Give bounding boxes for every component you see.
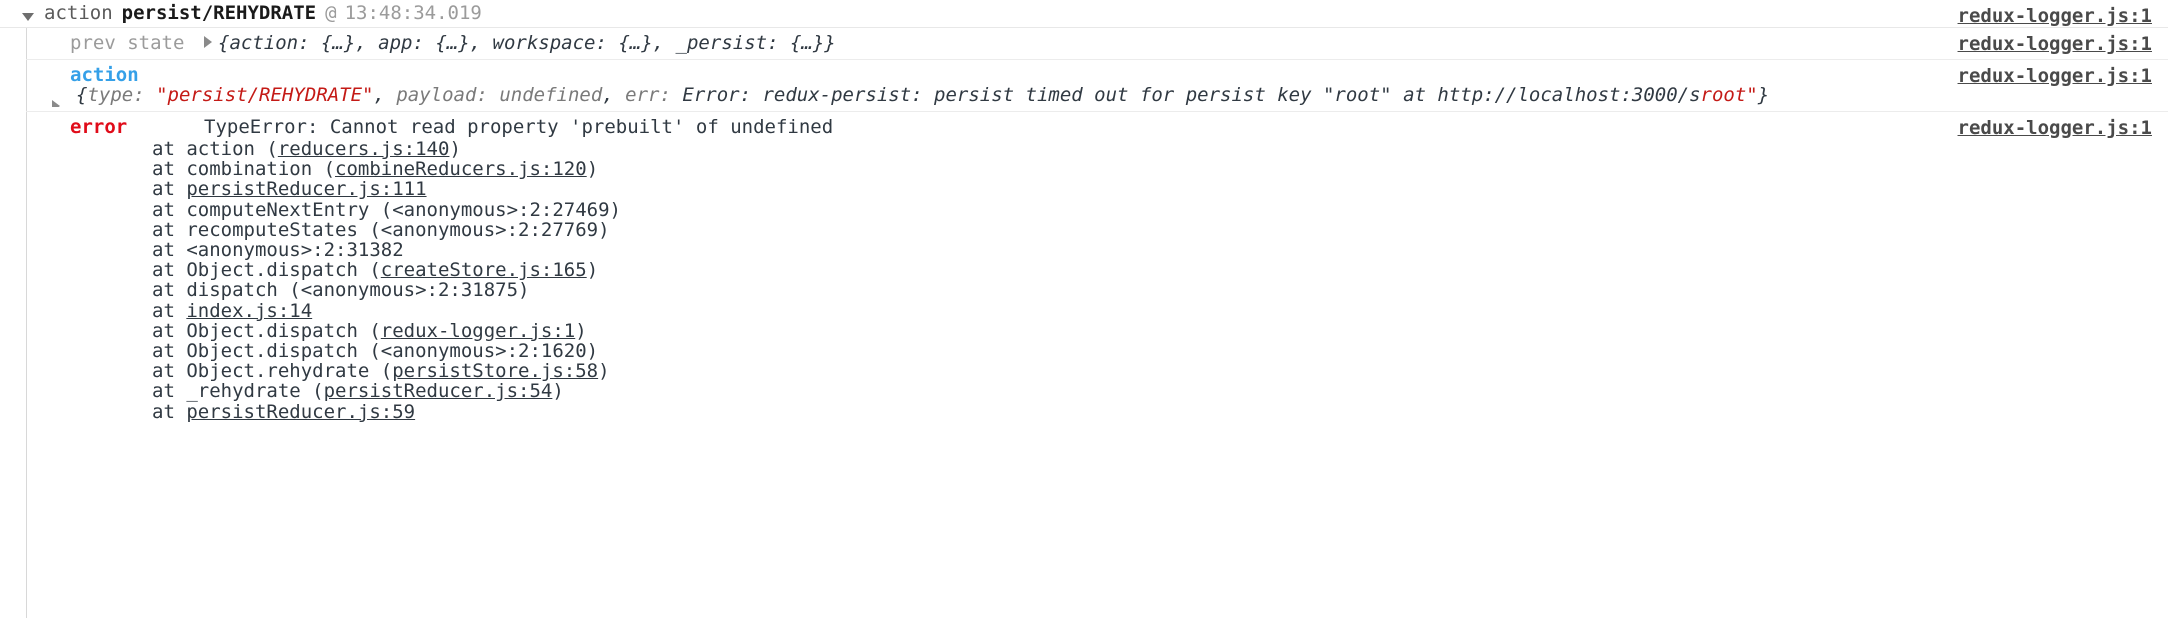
stack-frame-text: at combination ( — [152, 158, 336, 181]
stack-frame-suffix: ) — [586, 259, 599, 282]
error-row: error redux-logger.js:1 TypeError: Canno… — [26, 112, 2168, 422]
stack-frame: at combination (combineReducers.js:120) — [152, 159, 2168, 179]
stack-frame-source-link[interactable]: createStore.js:165 — [381, 259, 587, 281]
triangle-down-icon[interactable] — [22, 13, 34, 21]
stack-frame-text: at Object.dispatch ( — [152, 319, 381, 342]
source-link-header[interactable]: redux-logger.js:1 — [1958, 5, 2152, 27]
prev-state-row[interactable]: prev state {action: {…}, app: {…}, works… — [26, 28, 2168, 60]
stack-frame-text: at _rehydrate ( — [152, 380, 324, 403]
stack-frame-suffix: ) — [586, 158, 599, 181]
action-type-title: persist/REHYDRATE — [121, 2, 317, 24]
value-err-url-tail: root" — [1700, 84, 1758, 106]
prev-state-object-preview: {action: {…}, app: {…}, workspace: {…}, … — [218, 32, 836, 54]
sep-2: , — [602, 84, 626, 106]
triangle-right-icon[interactable] — [52, 100, 60, 107]
stack-frame: at persistReducer.js:111 — [152, 179, 2168, 199]
action-object-value[interactable]: {type: "persist/REHYDRATE", payload: und… — [26, 84, 2168, 107]
stack-frame-source-link[interactable]: redux-logger.js:1 — [381, 320, 575, 342]
error-message: TypeError: Cannot read property 'prebuil… — [204, 116, 834, 138]
stack-frame-source-link[interactable]: combineReducers.js:120 — [335, 158, 587, 180]
stack-frame-suffix: ) — [598, 360, 610, 383]
stack-frame-text: at Object.dispatch (<anonymous>:2:1620) — [152, 340, 599, 363]
stack-frame: at computeNextEntry (<anonymous>:2:27469… — [152, 200, 2168, 220]
stack-frame-source-link[interactable]: index.js:14 — [186, 300, 312, 322]
log-group-header-content: action persist/REHYDRATE @ 13:48:34.019 — [22, 2, 482, 24]
source-link-error[interactable]: redux-logger.js:1 — [1958, 117, 2152, 139]
stack-frame-text: at — [152, 299, 187, 322]
stack-frame: at Object.dispatch (createStore.js:165) — [152, 260, 2168, 280]
stack-frame-text: at computeNextEntry (<anonymous>:2:27469… — [152, 198, 621, 221]
source-link-prev-state[interactable]: redux-logger.js:1 — [1958, 33, 2152, 55]
stack-frame-text: at — [152, 178, 187, 201]
value-payload: undefined — [499, 84, 603, 106]
value-err-at: at — [1403, 84, 1426, 106]
error-stack-trace: at action (reducers.js:140) at combinatio… — [26, 138, 2168, 422]
value-err-url: http://localhost:3000/s — [1437, 84, 1701, 106]
triangle-right-icon[interactable] — [204, 36, 212, 48]
stack-frame-source-link[interactable]: reducers.js:140 — [278, 138, 450, 160]
action-row[interactable]: action redux-logger.js:1 {type: "persist… — [26, 60, 2168, 112]
prev-state-value[interactable]: {action: {…}, app: {…}, workspace: {…}, … — [26, 32, 2168, 54]
value-type: "persist/REHYDRATE" — [156, 84, 374, 106]
stack-frame: at recomputeStates (<anonymous>:2:27769) — [152, 220, 2168, 240]
stack-frame-text: at <anonymous>:2:31382 — [152, 239, 404, 262]
stack-frame: at Object.dispatch (<anonymous>:2:1620) — [152, 341, 2168, 361]
stack-frame-source-link[interactable]: persistReducer.js:111 — [186, 178, 426, 200]
stack-frame-source-link[interactable]: persistReducer.js:59 — [186, 401, 415, 423]
log-kind-label: action — [44, 2, 113, 24]
stack-frame-source-link[interactable]: persistReducer.js:54 — [324, 380, 553, 402]
key-type: type: — [87, 84, 145, 106]
stack-frame-suffix: ) — [449, 138, 461, 160]
stack-frame-suffix: ) — [552, 380, 564, 403]
timestamp: 13:48:34.019 — [344, 2, 482, 24]
stack-frame-text: at recomputeStates (<anonymous>:2:27769) — [152, 218, 610, 241]
log-group-header-row[interactable]: action persist/REHYDRATE @ 13:48:34.019 … — [0, 0, 2168, 28]
stack-frame: at dispatch (<anonymous>:2:31875) — [152, 280, 2168, 300]
stack-frame-text: at Object.dispatch ( — [152, 259, 381, 282]
log-group-body: prev state {action: {…}, app: {…}, works… — [0, 28, 2168, 422]
devtools-console-log: action persist/REHYDRATE @ 13:48:34.019 … — [0, 0, 2168, 618]
error-label: error — [70, 116, 128, 138]
brace-open: { — [76, 84, 88, 106]
brace-close: } — [1757, 84, 1770, 106]
stack-frame: at index.js:14 — [152, 301, 2168, 321]
stack-frame-source-link[interactable]: persistStore.js:58 — [392, 360, 598, 382]
stack-frame-text: at dispatch (<anonymous>:2:31875) — [152, 279, 530, 302]
action-label: action — [70, 64, 139, 86]
stack-frame: at action (reducers.js:140) — [152, 139, 2168, 159]
stack-frame: at persistReducer.js:59 — [152, 402, 2168, 422]
key-payload: payload: — [396, 84, 488, 106]
value-err-key: "root" — [1322, 84, 1392, 106]
stack-frame-text: at Object.rehydrate ( — [152, 360, 393, 383]
prev-state-label: prev state — [70, 32, 185, 54]
stack-frame-suffix: ) — [575, 319, 587, 342]
value-err-message: Error: redux-persist: persist timed out … — [682, 84, 1312, 106]
stack-frame: at <anonymous>:2:31382 — [152, 240, 2168, 260]
key-err: err: — [625, 84, 671, 106]
stack-frame: at Object.dispatch (redux-logger.js:1) — [152, 321, 2168, 341]
stack-frame: at _rehydrate (persistReducer.js:54) — [152, 381, 2168, 401]
stack-frame-text: at — [152, 400, 187, 423]
at-symbol: @ — [325, 2, 337, 24]
stack-frame: at Object.rehydrate (persistStore.js:58) — [152, 361, 2168, 381]
stack-frame-text: at action ( — [152, 138, 278, 160]
sep-1: , — [373, 84, 397, 106]
